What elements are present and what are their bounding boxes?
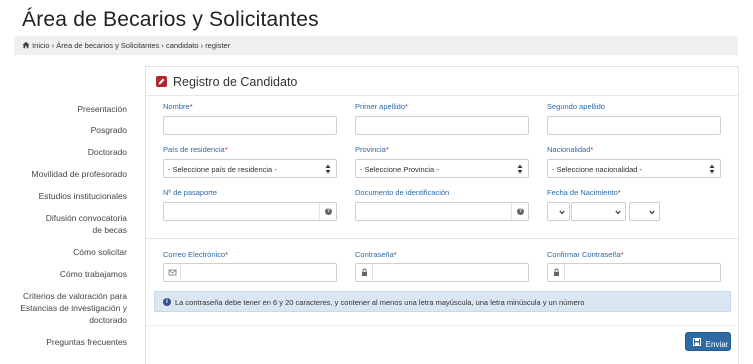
password-hint-text: La contraseña debe tener en 6 y 20 carac…: [175, 298, 585, 307]
sort-arrows-icon: [517, 164, 523, 174]
primer-apellido-input[interactable]: [355, 116, 529, 135]
documento-help-addon[interactable]: ?: [511, 203, 528, 220]
documento-input[interactable]: ?: [355, 202, 529, 221]
confirmar-contrasena-input[interactable]: [547, 263, 721, 282]
breadcrumb-separator: ›: [161, 41, 164, 50]
register-panel: Registro de Candidato Nombre* Primer ape…: [145, 66, 739, 364]
correo-addon: [164, 264, 181, 281]
sidebar-item-difusion[interactable]: Difusión convocatoria de becas: [14, 212, 127, 236]
nombre-label: Nombre*: [163, 102, 193, 111]
primer-apellido-label: Primer apellido*: [355, 102, 408, 111]
breadcrumb-item-home[interactable]: Inicio: [32, 41, 50, 50]
sort-arrows-icon: [325, 164, 331, 174]
breadcrumb-separator: ›: [51, 41, 55, 50]
birth-month-select[interactable]: [571, 202, 626, 221]
contrasena-addon: [356, 264, 373, 281]
sidebar-item-como-solicitar[interactable]: Cómo solicitar: [14, 246, 127, 258]
pasaporte-label: Nº de pasaporte: [163, 188, 218, 197]
birth-year-select[interactable]: [629, 202, 660, 221]
nacionalidad-select[interactable]: - Seleccione nacionalidad -: [547, 159, 721, 178]
breadcrumb-item-register: register: [205, 41, 231, 50]
submit-label: Enviar: [705, 339, 729, 349]
documento-label: Documento de identificación: [355, 188, 450, 197]
envelope-icon: [168, 269, 177, 276]
contrasena-label: Contraseña*: [355, 250, 397, 259]
sidebar-item-presentacion[interactable]: Presentación: [14, 103, 127, 115]
lock-icon: [554, 268, 559, 276]
sidebar-item-preguntas[interactable]: Preguntas frecuentes: [14, 336, 127, 348]
provincia-select[interactable]: - Seleccione Provincia -: [355, 159, 529, 178]
nacionalidad-selected: - Seleccione nacionalidad -: [552, 165, 643, 174]
nacionalidad-label: Nacionalidad*: [547, 145, 594, 154]
sidebar-item-criterios[interactable]: Criterios de valoración para Estancias d…: [14, 290, 127, 326]
segundo-apellido-input[interactable]: [547, 116, 721, 135]
pasaporte-input[interactable]: ?: [163, 202, 337, 221]
breadcrumb: Inicio › Área de becarios y Solicitantes…: [14, 36, 738, 55]
footer-divider: [146, 325, 738, 326]
question-icon: ?: [517, 208, 524, 215]
sidebar-item-posgrado[interactable]: Posgrado: [14, 124, 127, 136]
lock-icon: [362, 268, 367, 276]
sidebar-item-doctorado[interactable]: Doctorado: [14, 146, 127, 158]
question-icon: ?: [325, 208, 332, 215]
password-hint-alert: i La contraseña debe tener en 6 y 20 car…: [154, 291, 731, 312]
info-icon: i: [163, 298, 171, 306]
section-divider: [146, 238, 738, 239]
provincia-label: Provincia*: [355, 145, 389, 154]
breadcrumb-item-area[interactable]: Área de becarios y Solicitantes: [56, 41, 159, 50]
breadcrumb-item-candidato[interactable]: candidato: [166, 41, 199, 50]
sort-arrows-icon: [709, 164, 715, 174]
pais-residencia-label: País de residencia*: [163, 145, 228, 154]
sidebar-item-estudios[interactable]: Estudios institucionales: [14, 190, 127, 202]
page-title: Área de Becarios y Solicitantes: [22, 8, 319, 31]
chevron-down-icon: [559, 210, 565, 215]
sidebar-item-como-trabajamos[interactable]: Cómo trabajamos: [14, 268, 127, 280]
sidebar-item-movilidad[interactable]: Movilidad de profesorado: [14, 168, 127, 180]
pais-residencia-select[interactable]: - Seleccione país de residencia -: [163, 159, 337, 178]
chevron-down-icon: [649, 210, 655, 215]
form-title: Registro de Candidato: [173, 75, 298, 89]
nombre-input[interactable]: [163, 116, 337, 135]
breadcrumb-separator: ›: [200, 41, 204, 50]
confirmar-contrasena-addon: [548, 264, 565, 281]
confirmar-contrasena-label: Confirmar Contraseña*: [547, 250, 624, 259]
contrasena-input[interactable]: [355, 263, 529, 282]
home-icon: [22, 41, 30, 49]
birth-day-select[interactable]: [547, 202, 570, 221]
submit-button[interactable]: Enviar: [685, 332, 731, 351]
pais-residencia-selected: - Seleccione país de residencia -: [168, 165, 277, 174]
panel-header: Registro de Candidato: [146, 67, 738, 96]
sidebar-nav: Presentación Posgrado Doctorado Movilida…: [14, 103, 127, 348]
chevron-down-icon: [615, 210, 621, 215]
correo-input[interactable]: [163, 263, 337, 282]
provincia-selected: - Seleccione Provincia -: [360, 165, 439, 174]
pasaporte-help-addon[interactable]: ?: [319, 203, 336, 220]
edit-icon: [156, 76, 167, 87]
segundo-apellido-label: Segundo apellido: [547, 102, 605, 111]
save-icon: [693, 338, 701, 346]
correo-label: Correo Electrónico*: [163, 250, 229, 259]
fecha-nacimiento-label: Fecha de Nacimiento*: [547, 188, 621, 197]
